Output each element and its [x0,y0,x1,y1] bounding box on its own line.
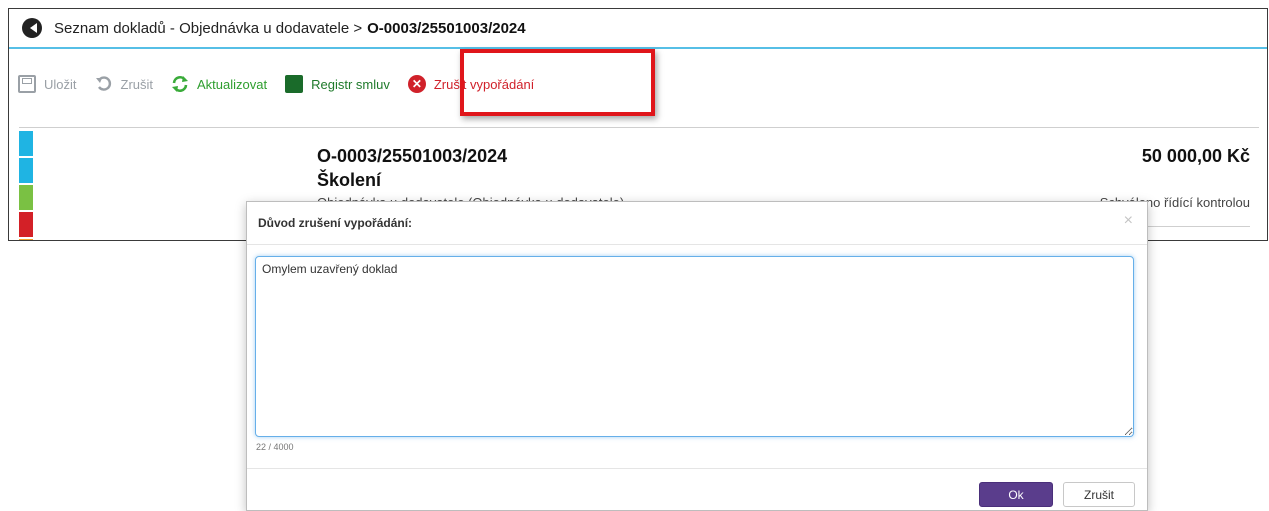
dialog-title: Důvod zrušení vypořádání: [258,216,413,230]
highlight-box [460,49,655,116]
ok-button[interactable]: Ok [979,482,1053,507]
status-stripe [19,131,33,156]
dialog-header: Důvod zrušení vypořádání: × [247,202,1147,245]
cancel-button[interactable]: Zrušit [95,75,154,93]
refresh-button[interactable]: Aktualizovat [171,75,267,93]
dialog-footer [247,468,1147,469]
divider [1140,226,1250,227]
reason-textarea[interactable]: Omylem uzavřený doklad [255,256,1134,437]
breadcrumb[interactable]: Seznam dokladů - Objednávka u dodavatele… [54,20,362,37]
contracts-register-label: Registr smluv [311,76,390,92]
breadcrumb-current: O-0003/25501003/2024 [367,19,526,37]
close-icon[interactable]: × [1124,212,1133,230]
book-icon [285,75,304,93]
undo-icon [95,76,111,91]
x-circle-icon: ✕ [407,75,426,93]
cancel-label: Zrušit [120,76,154,92]
window-titlebar: Seznam dokladů - Objednávka u dodavatele… [9,9,1267,49]
cancel-dialog-button[interactable]: Zrušit [1063,482,1135,507]
contracts-register-button[interactable]: Registr smluv [285,75,390,93]
refresh-label: Aktualizovat [197,76,268,92]
document-name: Školení [317,170,382,190]
floppy-disk-icon [18,75,36,93]
app-logo-icon[interactable] [22,18,42,38]
refresh-icon [172,76,189,92]
status-stripe [19,239,33,240]
character-counter: 22 / 4000 [256,442,294,452]
status-stripe [19,158,33,183]
save-label: Uložit [44,76,77,92]
save-button[interactable]: Uložit [18,75,77,93]
document-amount: 50 000,00 Kč [1141,146,1250,166]
document-number: O-0003/25501003/2024 [317,146,508,166]
status-stripe [19,185,33,210]
cancel-settlement-dialog: Důvod zrušení vypořádání: × Omylem uzavř… [246,201,1148,511]
status-stripe [19,212,33,237]
